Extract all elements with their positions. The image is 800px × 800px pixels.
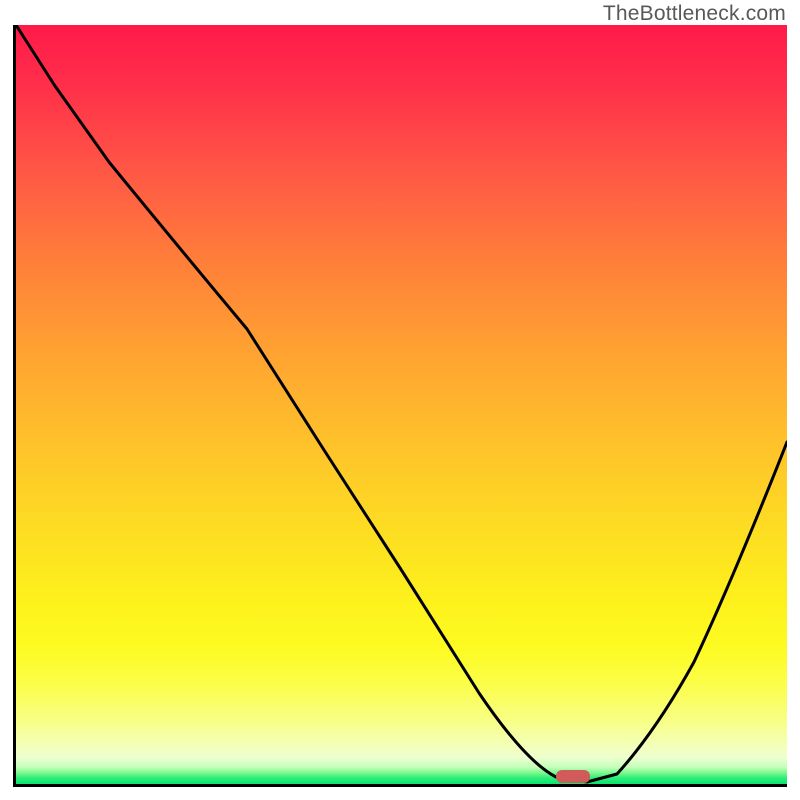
watermark-text: TheBottleneck.com: [603, 2, 786, 26]
bottleneck-curve-path: [16, 25, 787, 782]
chart-area: [13, 25, 787, 787]
chart-curve-layer: [16, 25, 787, 784]
optimal-point-marker: [556, 770, 590, 783]
